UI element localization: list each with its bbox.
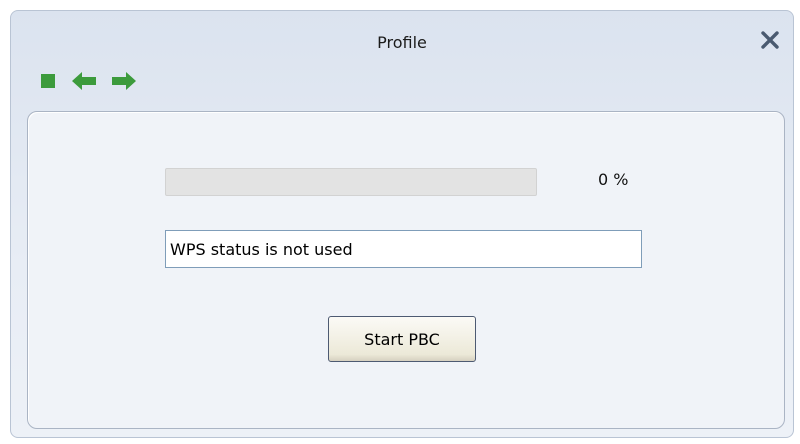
close-icon (761, 31, 779, 49)
back-button[interactable] (71, 71, 97, 95)
progress-percent-label: 0 % (598, 170, 629, 189)
window-title: Profile (377, 33, 427, 52)
toolbar (39, 69, 137, 97)
back-arrow-icon (72, 72, 96, 90)
profile-window: Profile 0 % Start PBC (10, 10, 794, 438)
start-pbc-button[interactable]: Start PBC (328, 316, 476, 362)
wps-status-field[interactable] (165, 230, 642, 268)
wps-progress-bar (165, 168, 537, 196)
stop-icon (41, 74, 55, 88)
close-button[interactable] (757, 27, 783, 53)
wps-panel: 0 % Start PBC (27, 111, 785, 429)
stop-button[interactable] (39, 72, 57, 94)
forward-arrow-icon (112, 72, 136, 90)
forward-button[interactable] (111, 71, 137, 95)
